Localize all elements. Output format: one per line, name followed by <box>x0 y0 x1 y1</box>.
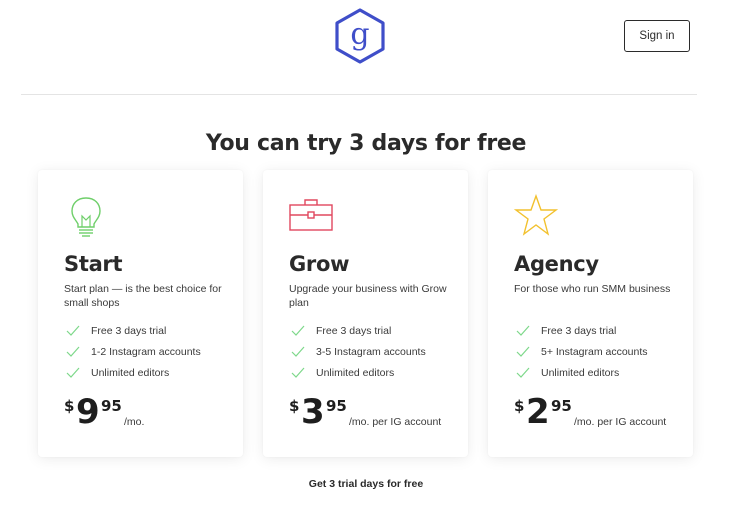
feature-list: Free 3 days trial 5+ Instagram accounts … <box>516 320 648 383</box>
feature-item: Unlimited editors <box>66 362 201 383</box>
feature-item: Unlimited editors <box>516 362 648 383</box>
page-title: You can try 3 days for free <box>205 131 527 156</box>
check-icon <box>291 367 305 378</box>
check-icon <box>291 325 305 336</box>
price-period: /mo. per IG account <box>574 416 667 428</box>
feature-item: Free 3 days trial <box>516 320 648 341</box>
price-amount: 2 <box>526 392 550 432</box>
check-icon <box>66 325 80 336</box>
feature-text: 3-5 Instagram accounts <box>316 345 426 358</box>
price-currency: $ <box>64 397 75 415</box>
feature-text: Free 3 days trial <box>541 324 617 337</box>
plan-description: For those who run SMM business <box>514 283 671 295</box>
check-icon <box>516 346 530 357</box>
briefcase-icon <box>289 199 333 231</box>
check-icon <box>516 367 530 378</box>
feature-list: Free 3 days trial 3-5 Instagram accounts… <box>291 320 426 383</box>
logo-letter: g <box>350 17 369 52</box>
header: g Sign in <box>0 0 738 95</box>
feature-text: Free 3 days trial <box>316 324 392 337</box>
check-icon <box>66 367 80 378</box>
free-trial-link[interactable]: Get 3 trial days for free <box>0 478 732 490</box>
feature-item: 3-5 Instagram accounts <box>291 341 426 362</box>
price-currency: $ <box>289 397 300 415</box>
feature-item: 1-2 Instagram accounts <box>66 341 201 362</box>
check-icon <box>66 346 80 357</box>
sign-in-button[interactable]: Sign in <box>624 20 690 52</box>
feature-item: Free 3 days trial <box>66 320 201 341</box>
plan-name: Grow <box>289 252 350 276</box>
plan-description: Upgrade your business with Grow plan <box>289 283 447 309</box>
price-cents: 95 <box>551 397 572 415</box>
price-amount: 3 <box>301 392 325 432</box>
plan-name: Agency <box>514 252 599 276</box>
header-divider <box>21 94 697 95</box>
feature-text: Unlimited editors <box>541 366 620 379</box>
plan-card-start[interactable]: Start Start plan — is the best choice fo… <box>38 170 243 457</box>
price-period: /mo. per IG account <box>349 416 442 428</box>
feature-text: Unlimited editors <box>316 366 395 379</box>
feature-item: Unlimited editors <box>291 362 426 383</box>
feature-text: 1-2 Instagram accounts <box>91 345 201 358</box>
feature-item: Free 3 days trial <box>291 320 426 341</box>
check-icon <box>516 325 530 336</box>
star-icon <box>514 194 558 236</box>
plan-card-grow[interactable]: Grow Upgrade your business with Grow pla… <box>263 170 468 457</box>
feature-item: 5+ Instagram accounts <box>516 341 648 362</box>
feature-text: Unlimited editors <box>91 366 170 379</box>
lightbulb-icon <box>71 197 101 237</box>
price-currency: $ <box>514 397 525 415</box>
logo-icon[interactable]: g <box>334 8 386 64</box>
check-icon <box>291 346 305 357</box>
feature-text: 5+ Instagram accounts <box>541 345 648 358</box>
plan-card-agency[interactable]: Agency For those who run SMM business Fr… <box>488 170 693 457</box>
feature-text: Free 3 days trial <box>91 324 167 337</box>
price-cents: 95 <box>326 397 347 415</box>
plan-description: Start plan — is the best choice for smal… <box>64 283 222 309</box>
plan-name: Start <box>64 252 123 276</box>
price-amount: 9 <box>76 392 100 432</box>
price-cents: 95 <box>101 397 122 415</box>
price-period: /mo. <box>124 416 145 428</box>
feature-list: Free 3 days trial 1-2 Instagram accounts… <box>66 320 201 383</box>
